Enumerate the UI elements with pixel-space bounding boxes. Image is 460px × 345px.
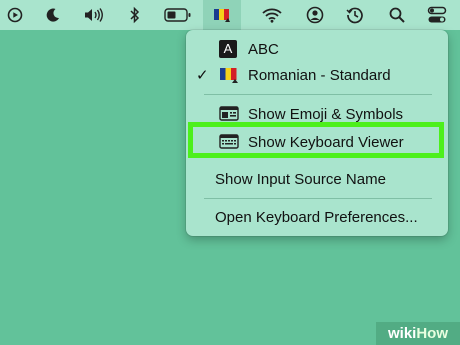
abc-input-glyph: A [223, 41, 233, 56]
moon-icon[interactable] [40, 0, 66, 30]
user-icon[interactable] [302, 0, 328, 30]
watermark-how: How [416, 325, 449, 342]
wikihow-watermark: wiki How [376, 322, 460, 345]
highlight-box [188, 122, 444, 158]
menu-separator [204, 94, 432, 95]
menu-item-show-input-source-name[interactable]: Show Input Source Name [186, 166, 448, 192]
watermark-wiki: wiki [387, 325, 417, 342]
menu-item-open-keyboard-preferences[interactable]: Open Keyboard Preferences... [186, 204, 448, 230]
bluetooth-icon[interactable] [124, 0, 146, 30]
menu-separator [204, 198, 432, 199]
wifi-icon[interactable] [258, 0, 286, 30]
control-center-icon[interactable] [424, 0, 450, 30]
menu-item-label: Show Input Source Name [215, 170, 386, 188]
abc-input-icon: A [219, 40, 237, 62]
menu-item-label: ABC [248, 40, 279, 58]
search-icon[interactable] [384, 0, 410, 30]
checkmark-icon: ✓ [196, 67, 209, 84]
menu-bar [0, 0, 460, 30]
play-circle-icon[interactable] [2, 0, 28, 30]
volume-icon[interactable] [80, 0, 108, 30]
menu-item-romanian-standard[interactable]: ✓ Romanian - Standard [186, 62, 448, 88]
input-flag-icon[interactable] [211, 0, 233, 30]
menu-item-abc[interactable]: A ABC [186, 36, 448, 62]
menu-item-label: Open Keyboard Preferences... [215, 208, 418, 226]
romanian-flag-icon [219, 66, 239, 88]
menu-item-label: Show Emoji & Symbols [248, 105, 404, 123]
clock-history-icon[interactable] [342, 0, 368, 30]
battery-icon[interactable] [162, 0, 194, 30]
menu-item-label: Romanian - Standard [248, 66, 391, 84]
